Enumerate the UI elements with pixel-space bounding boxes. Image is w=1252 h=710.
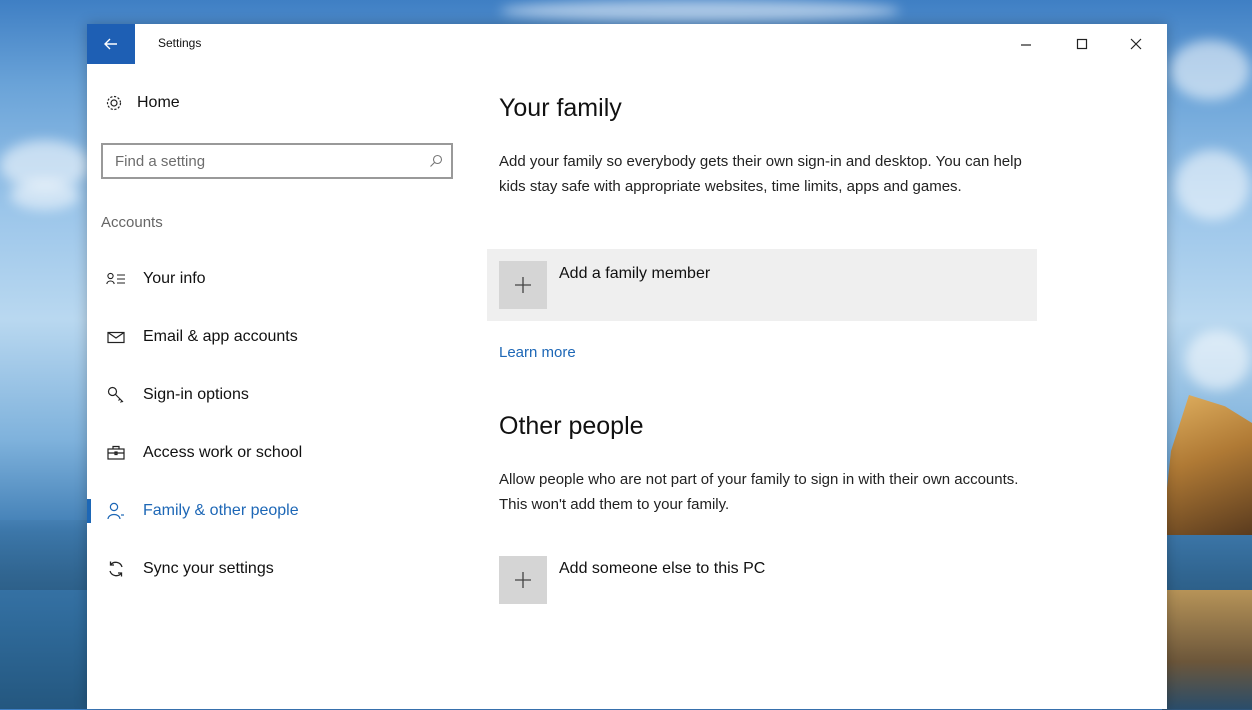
section-label: Accounts bbox=[101, 214, 163, 231]
settings-window: Settings Home Find a setting Accounts Yo… bbox=[87, 24, 1167, 709]
sidebar-item-label: Sync your settings bbox=[143, 560, 274, 577]
title-bar: Settings bbox=[87, 24, 1167, 64]
add-family-member-button[interactable] bbox=[499, 261, 547, 309]
sidebar-item-label: Your info bbox=[143, 270, 206, 287]
person-icon bbox=[105, 500, 127, 522]
other-people-description: Allow people who are not part of your fa… bbox=[499, 471, 1019, 513]
sidebar-item-sync-settings[interactable]: Sync your settings bbox=[87, 540, 487, 598]
sidebar-item-sign-in-options[interactable]: Sign-in options bbox=[87, 366, 487, 424]
sidebar-item-email-app-accounts[interactable]: Email & app accounts bbox=[87, 308, 487, 366]
sidebar: Home Accounts Your bbox=[87, 64, 487, 709]
learn-more-link[interactable]: Learn more bbox=[499, 344, 576, 361]
add-family-member-label: Add a family member bbox=[559, 265, 711, 282]
add-someone-else-label: Add someone else to this PC bbox=[559, 560, 766, 577]
back-button[interactable] bbox=[87, 24, 135, 64]
sidebar-nav: Your info Email & app accounts Sign-in o… bbox=[87, 250, 487, 598]
sync-icon bbox=[105, 558, 127, 580]
gear-icon bbox=[106, 95, 122, 111]
add-someone-else-row[interactable]: Add someone else to this PC bbox=[499, 556, 899, 606]
plus-icon bbox=[515, 277, 531, 293]
add-someone-else-button[interactable] bbox=[499, 556, 547, 604]
maximize-icon bbox=[1076, 38, 1088, 50]
sidebar-item-access-work-school[interactable]: Access work or school bbox=[87, 424, 487, 482]
your-family-description: Add your family so everybody gets their … bbox=[499, 153, 1022, 195]
sidebar-item-label: Email & app accounts bbox=[143, 328, 298, 345]
close-button[interactable] bbox=[1113, 24, 1159, 64]
back-arrow-icon bbox=[104, 38, 117, 50]
search-box bbox=[101, 143, 453, 179]
your-family-heading: Your family bbox=[499, 94, 622, 122]
active-indicator bbox=[87, 499, 91, 523]
sidebar-item-label: Family & other people bbox=[143, 502, 299, 519]
search-button[interactable] bbox=[421, 154, 451, 168]
sidebar-item-label: Sign-in options bbox=[143, 386, 249, 403]
minimize-button[interactable] bbox=[1003, 24, 1049, 64]
plus-icon bbox=[515, 572, 531, 588]
maximize-button[interactable] bbox=[1059, 24, 1105, 64]
search-icon bbox=[430, 154, 443, 167]
key-icon bbox=[105, 384, 127, 406]
close-icon bbox=[1130, 38, 1142, 50]
search-input[interactable] bbox=[103, 145, 421, 177]
envelope-icon bbox=[105, 326, 127, 348]
sidebar-item-your-info[interactable]: Your info bbox=[87, 250, 487, 308]
other-people-heading: Other people bbox=[499, 412, 644, 440]
sidebar-item-label: Access work or school bbox=[143, 444, 303, 461]
sidebar-item-family-other-people[interactable]: Family & other people bbox=[87, 482, 487, 540]
briefcase-icon bbox=[105, 442, 127, 464]
minimize-icon bbox=[1021, 44, 1031, 46]
person-card-icon bbox=[105, 268, 127, 290]
home-label: Home bbox=[137, 94, 180, 111]
add-family-member-card[interactable]: Add a family member bbox=[487, 249, 1037, 321]
home-link[interactable]: Home bbox=[105, 94, 180, 112]
window-title: Settings bbox=[158, 36, 202, 50]
